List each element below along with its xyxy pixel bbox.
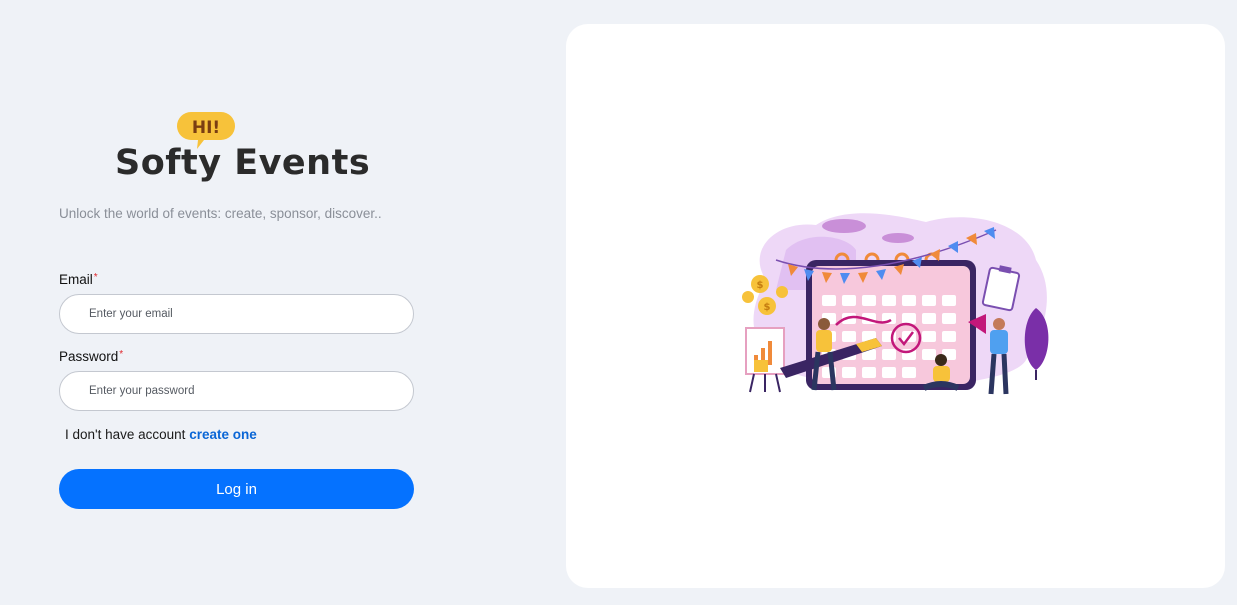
login-button[interactable]: Log in <box>59 469 414 509</box>
svg-text:$: $ <box>764 302 771 313</box>
tagline: Unlock the world of events: create, spon… <box>59 206 382 221</box>
password-label-text: Password <box>59 349 119 364</box>
create-account-link[interactable]: create one <box>189 427 257 442</box>
brand-logo: HI! Softy Events <box>115 112 370 188</box>
login-panel: HI! Softy Events Unlock the world of eve… <box>59 0 414 605</box>
email-label: Email* <box>59 272 98 287</box>
email-label-text: Email <box>59 272 93 287</box>
password-field[interactable] <box>59 371 414 411</box>
signup-prompt-text: I don't have account <box>65 427 186 442</box>
hi-badge-text: HI! <box>192 118 220 138</box>
event-calendar-illustration: $ $ <box>742 213 1049 395</box>
illustration-card: $ $ <box>566 24 1225 588</box>
signup-prompt: I don't have account create one <box>65 427 257 442</box>
password-required-mark: * <box>119 349 124 360</box>
svg-text:$: $ <box>757 280 764 291</box>
password-label: Password* <box>59 349 123 364</box>
email-required-mark: * <box>93 272 98 283</box>
app-title: Softy Events <box>115 143 371 183</box>
email-field[interactable] <box>59 294 414 334</box>
